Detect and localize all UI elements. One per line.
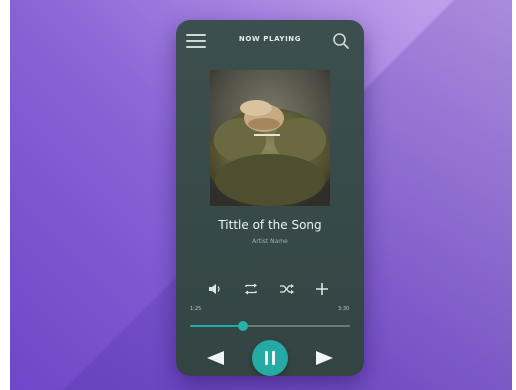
page-title: NOW PLAYING	[238, 35, 302, 43]
seek-handle[interactable]	[238, 321, 248, 331]
seek-slider[interactable]	[190, 321, 350, 331]
music-player-panel: NOW PLAYING Tittle of the Song Artist Na…	[176, 20, 364, 376]
pause-icon	[265, 351, 268, 365]
hamburger-icon[interactable]	[186, 34, 206, 48]
pause-button[interactable]	[252, 340, 288, 376]
screen: NOW PLAYING Tittle of the Song Artist Na…	[0, 0, 516, 390]
elapsed-time: 1:25	[190, 306, 202, 312]
song-title: Tittle of the Song	[218, 218, 322, 232]
add-icon[interactable]	[313, 280, 331, 298]
total-time: 3:30	[338, 306, 350, 312]
repeat-icon[interactable]	[242, 280, 260, 298]
album-art	[210, 70, 330, 206]
volume-icon[interactable]	[206, 280, 224, 298]
search-icon[interactable]	[332, 32, 350, 50]
pause-icon	[272, 351, 275, 365]
seek-progress	[190, 325, 243, 327]
artist-name: Artist Name	[252, 238, 288, 245]
top-bar: NOW PLAYING	[176, 20, 364, 62]
shuffle-icon[interactable]	[278, 280, 296, 298]
secondary-controls	[176, 280, 364, 298]
previous-icon[interactable]	[204, 350, 226, 366]
next-icon[interactable]	[314, 350, 336, 366]
